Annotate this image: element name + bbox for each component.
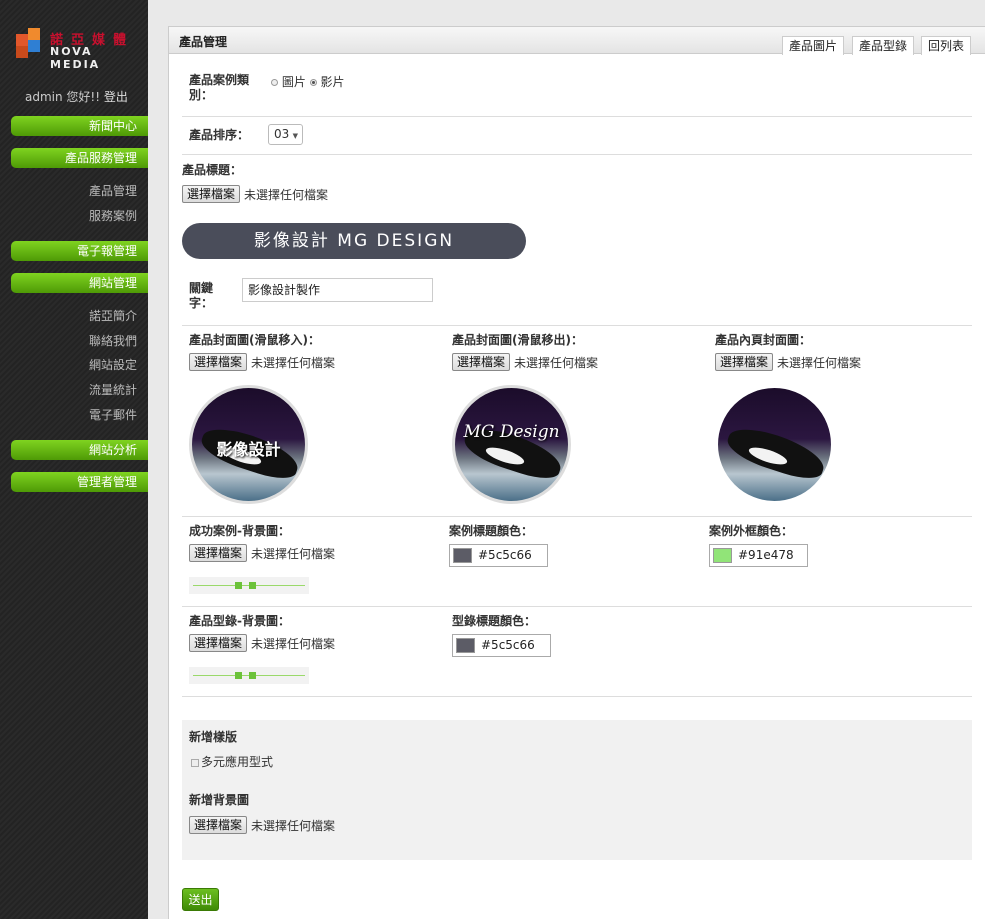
radio-video-label: 影片 [320,75,345,89]
sub-site-settings[interactable]: 網站設定 [89,356,137,373]
radio-video[interactable] [309,79,317,86]
case-title-color-picker[interactable]: #5c5c66 [449,544,548,567]
multi-use-option[interactable]: 多元應用型式 [191,753,273,770]
greeting-text: admin 您好!! [25,90,101,104]
case-border-color-label: 案例外框顏色： [709,524,794,538]
menu-site-manage[interactable]: 網站管理 [11,273,148,293]
multi-use-label: 多元應用型式 [201,755,274,769]
multi-use-checkbox[interactable] [191,758,199,767]
logo-text-en: NOVA MEDIA [50,45,101,71]
panel-header: 產品管理 產品圖片 產品型錄 回列表 [169,27,985,55]
case-bg-label: 成功案例-背景圖： [189,524,290,538]
cover-hover-in-label: 產品封面圖(滑鼠移入)： [189,333,320,347]
cover-hover-out-label: 產品封面圖(滑鼠移出)： [452,333,583,347]
order-select-value: 03 [274,127,290,141]
divider [182,154,972,155]
case-title-color-label: 案例標題顏色： [449,524,534,538]
logo[interactable]: 諾亞媒體 NOVA MEDIA [16,28,140,71]
chevron-down-icon: ▼ [292,132,298,140]
color-value: #5c5c66 [478,548,532,562]
order-label: 產品排序： [189,128,250,142]
divider [182,325,972,326]
sub-product-manage[interactable]: 產品管理 [89,182,137,199]
sub-traffic[interactable]: 流量統計 [89,381,137,398]
main-panel: 產品管理 產品圖片 產品型錄 回列表 產品案例類別： 圖片 影片 產品排序： 0… [168,26,985,919]
logo-cubes-icon [16,28,42,58]
case-bg-file-status: 未選擇任何檔案 [251,547,336,561]
menu-admin-manage[interactable]: 管理者管理 [11,472,148,492]
sub-email[interactable]: 電子郵件 [89,406,137,423]
color-swatch [453,548,472,563]
case-bg-preview [189,577,309,594]
keyword-input[interactable]: 影像設計製作 [242,278,433,302]
case-border-color-picker[interactable]: #91e478 [709,544,808,567]
inner-cover-file-status: 未選擇任何檔案 [777,356,862,370]
sub-service-cases[interactable]: 服務案例 [89,207,137,224]
cover-hover-in-file-status: 未選擇任何檔案 [251,356,336,370]
inner-cover-file-button[interactable]: 選擇檔案 [715,353,774,371]
admin-greeting: admin 您好!! 登出 [25,88,128,105]
cover-hover-out-file-button[interactable]: 選擇檔案 [452,353,511,371]
category-radios: 圖片 影片 [271,73,345,90]
divider [182,516,972,517]
radio-image[interactable] [271,79,278,86]
sidebar: 諾亞媒體 NOVA MEDIA admin 您好!! 登出 新聞中心 產品服務管… [0,0,148,919]
title-file-button[interactable]: 選擇檔案 [182,185,241,203]
title-file-status: 未選擇任何檔案 [244,188,329,202]
new-template-panel: 新增樣版 多元應用型式 新增背景圖 選擇檔案 未選擇任何檔案 [182,720,972,860]
divider [182,696,972,697]
submit-button[interactable]: 送出 [182,888,219,911]
new-bg-file-button[interactable]: 選擇檔案 [189,816,248,834]
new-bg-label: 新增背景圖 [189,793,250,807]
catalog-bg-file-button[interactable]: 選擇檔案 [189,634,248,652]
inner-cover-label: 產品內頁封面圖： [715,333,812,347]
color-value: #91e478 [738,548,794,562]
cover-hover-out-file-status: 未選擇任何檔案 [514,356,599,370]
category-label: 產品案例類別： [189,73,250,102]
catalog-title-color-picker[interactable]: #5c5c66 [452,634,551,657]
case-bg-file-button[interactable]: 選擇檔案 [189,544,248,562]
title-banner-preview: 影像設計 MG DESIGN [182,223,526,259]
divider [182,606,972,607]
catalog-bg-file-status: 未選擇任何檔案 [251,637,336,651]
catalog-title-color-label: 型錄標題顏色： [452,614,537,628]
thumb-caption: 影像設計 [216,440,281,459]
catalog-bg-label: 產品型錄-背景圖： [189,614,290,628]
tab-product-catalog[interactable]: 產品型錄 [852,36,915,55]
menu-product-service[interactable]: 產品服務管理 [11,148,148,168]
title-label: 產品標題： [182,163,243,177]
radio-image-label: 圖片 [281,75,306,89]
page-title: 產品管理 [179,35,228,49]
color-swatch [713,548,732,563]
new-template-label: 新增樣版 [189,730,238,744]
color-swatch [456,638,475,653]
sub-about[interactable]: 諾亞簡介 [89,307,137,324]
tab-back-to-list[interactable]: 回列表 [921,36,972,55]
catalog-bg-preview [189,667,309,684]
thumb-caption: MG Design [463,422,560,442]
cover-hover-in-thumbnail: 影像設計 [189,385,308,504]
menu-news[interactable]: 新聞中心 [11,116,148,136]
order-select[interactable]: 03 ▼ [268,124,303,145]
cover-hover-out-thumbnail: MG Design [452,385,571,504]
color-value: #5c5c66 [481,638,535,652]
logout-link[interactable]: 登出 [104,90,128,104]
menu-newsletter[interactable]: 電子報管理 [11,241,148,261]
divider [182,116,972,117]
keyword-label: 關鍵字： [189,281,214,310]
cover-hover-in-file-button[interactable]: 選擇檔案 [189,353,248,371]
new-bg-file-status: 未選擇任何檔案 [251,819,336,833]
sub-contact[interactable]: 聯絡我們 [89,332,137,349]
tab-product-images[interactable]: 產品圖片 [782,36,845,55]
inner-cover-thumbnail [715,385,834,504]
menu-analytics[interactable]: 網站分析 [11,440,148,460]
